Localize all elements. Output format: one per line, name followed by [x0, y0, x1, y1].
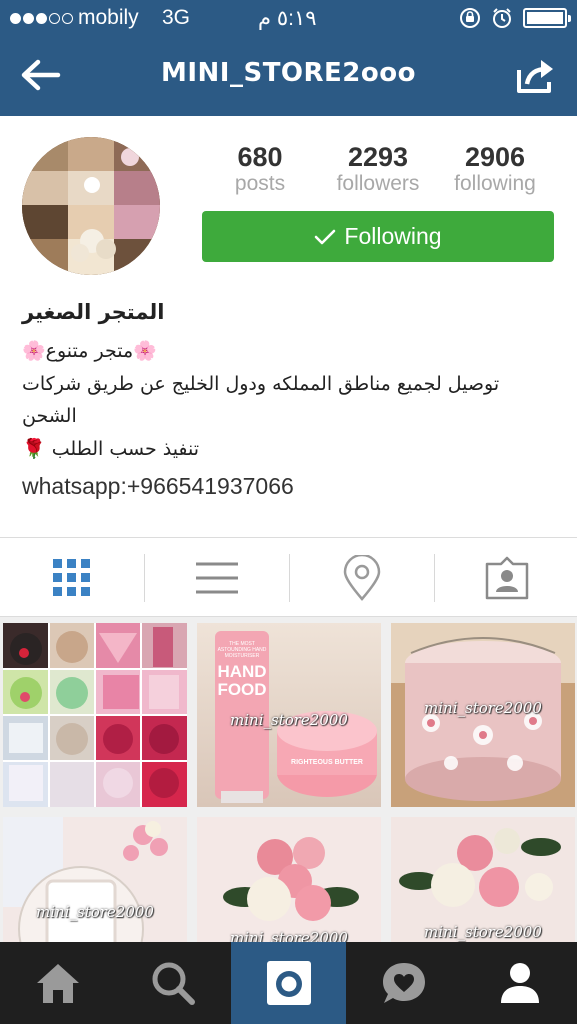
following-button[interactable]: Following [202, 211, 554, 262]
share-icon[interactable] [513, 56, 559, 96]
camera-tab[interactable] [231, 942, 346, 1024]
photo-thumbnail[interactable]: mini_store2000 [197, 817, 381, 942]
list-view-tab[interactable] [145, 538, 289, 617]
orientation-lock-icon [460, 8, 480, 28]
carrier-name: mobily [78, 6, 139, 29]
bio-line-1: 🌸متجر متنوع🌸 [22, 340, 157, 362]
heart-bubble-icon [382, 963, 425, 1003]
photo-watermark: mini_store2000 [230, 929, 348, 942]
camera-icon [266, 961, 311, 1005]
map-view-tab[interactable] [290, 538, 434, 617]
tagged-view-tab[interactable] [435, 538, 577, 617]
status-bar: mobily 3G ٥:١٩ م [0, 0, 577, 38]
top-bar: mobily 3G ٥:١٩ م MINI_STORE2ooo [0, 0, 577, 116]
profile-stats: 680 posts 2293 followers 2906 following [202, 142, 554, 198]
photo-watermark: mini_store2000 [424, 699, 542, 717]
home-icon [36, 964, 79, 1003]
photo-thumbnail[interactable]: mini_store2000 [3, 817, 187, 942]
photo-grid: THE MOST ASTOUNDING HAND MOISTURISER HAN… [0, 617, 577, 942]
following-label: following [454, 172, 536, 195]
product-label: HAND FOOD [217, 662, 267, 699]
photo-watermark: mini_store2000 [36, 903, 154, 921]
profile-bio: المتجر الصغير 🌸متجر متنوع🌸 توصيل لجميع م… [22, 300, 557, 504]
bottom-tab-bar [0, 942, 577, 1024]
followers-label: followers [336, 172, 420, 195]
posts-count: 680 [237, 142, 283, 172]
activity-tab[interactable] [346, 942, 461, 1024]
grid-view-tab[interactable] [0, 538, 144, 617]
profile-view-tabs [0, 537, 577, 617]
bio-contact[interactable]: whatsapp:+966541937066 [22, 468, 557, 504]
list-icon [196, 562, 238, 593]
following-stat[interactable]: 2906 following [435, 142, 555, 196]
photo-watermark: mini_store2000 [230, 711, 348, 729]
person-icon [500, 963, 539, 1003]
product-label-2: RIGHTEOUS BUTTER [291, 759, 363, 766]
location-pin-icon [343, 554, 381, 601]
photo-watermark: mini_store2000 [424, 923, 542, 941]
alarm-icon [493, 8, 511, 28]
photo-thumbnail[interactable]: THE MOST ASTOUNDING HAND MOISTURISER HAN… [197, 623, 381, 807]
following-button-label: Following [344, 223, 442, 249]
profile-name: المتجر الصغير [22, 300, 165, 324]
home-tab[interactable] [0, 942, 115, 1024]
following-count: 2906 [464, 142, 526, 172]
grid-icon [53, 558, 90, 596]
followers-count: 2293 [347, 142, 409, 172]
profile-tab[interactable] [462, 942, 577, 1024]
photo-thumbnail[interactable]: mini_store2000 [391, 817, 575, 942]
checkmark-icon [315, 229, 336, 244]
tagged-person-icon [485, 556, 529, 599]
profile-avatar[interactable] [22, 137, 160, 275]
battery-icon [523, 8, 571, 28]
posts-stat[interactable]: 680 posts [200, 142, 320, 196]
search-icon [152, 962, 195, 1005]
bio-line-2: توصيل لجميع مناطق المملكه ودول الخليج عن… [22, 373, 500, 427]
explore-tab[interactable] [115, 942, 230, 1024]
product-tagline: THE MOST ASTOUNDING HAND MOISTURISER [217, 641, 267, 659]
signal-strength-icon [10, 13, 73, 24]
page-title: MINI_STORE2ooo [160, 58, 416, 88]
photo-thumbnail[interactable] [3, 623, 187, 807]
followers-stat[interactable]: 2293 followers [318, 142, 438, 196]
posts-label: posts [234, 172, 286, 195]
status-time: ٥:١٩ م [258, 7, 317, 30]
bio-line-3: تنفيذ حسب الطلب 🌹 [22, 438, 200, 460]
photo-thumbnail[interactable]: mini_store2000 [391, 623, 575, 807]
network-type: 3G [162, 6, 191, 29]
